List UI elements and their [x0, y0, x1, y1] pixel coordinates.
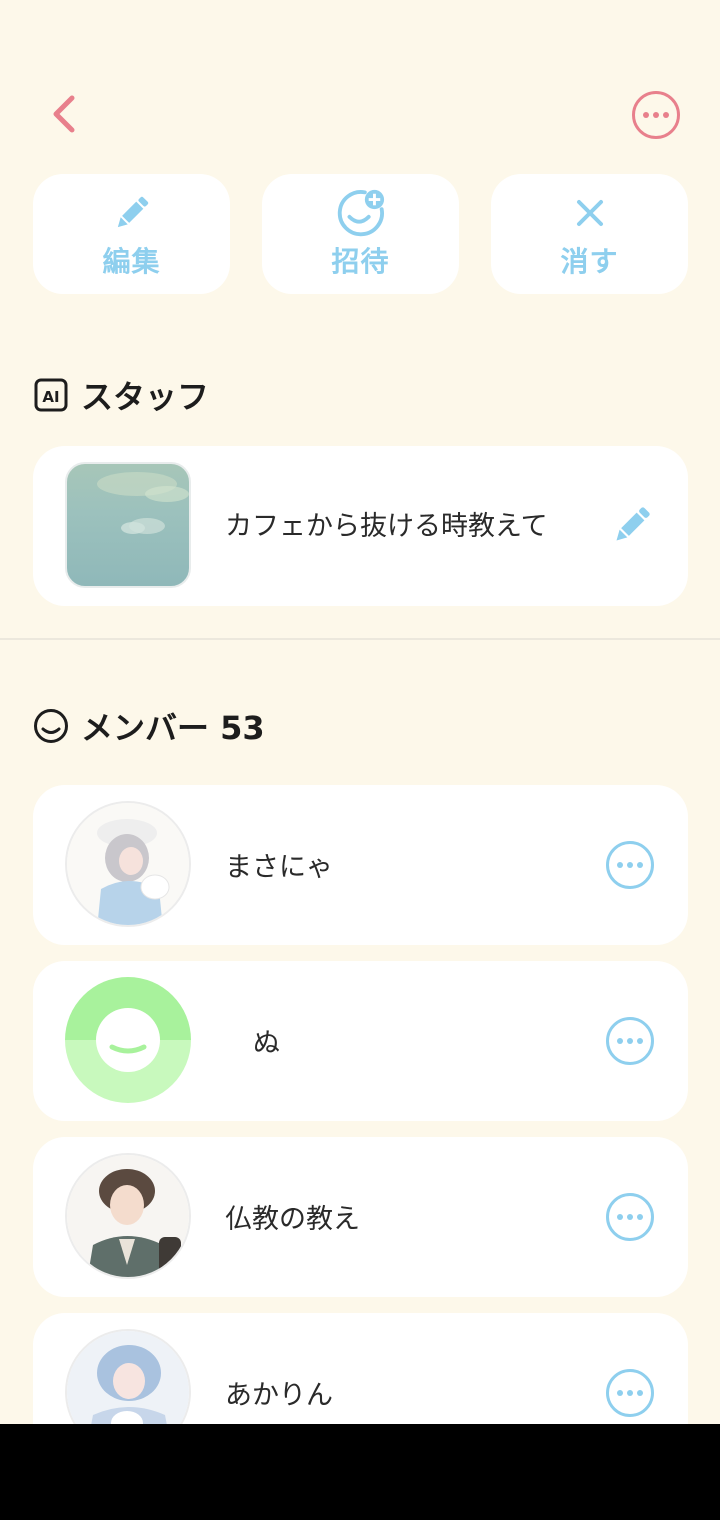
member-row[interactable]: ぬ — [33, 961, 688, 1121]
back-button[interactable] — [40, 90, 88, 138]
more-options-button[interactable] — [631, 90, 681, 140]
smiley-plus-icon — [336, 188, 386, 238]
more-horizontal-circle-icon — [606, 1017, 654, 1065]
member-row[interactable]: あかりん — [33, 1313, 688, 1424]
delete-button[interactable]: 消す — [491, 174, 688, 294]
member-name: ぬ — [253, 1028, 280, 1059]
more-horizontal-circle-icon — [606, 841, 654, 889]
staff-item-text: カフェから抜ける時教えて — [225, 511, 548, 542]
staff-card[interactable]: カフェから抜ける時教えて — [33, 446, 688, 606]
delete-label: 消す — [560, 245, 619, 278]
edit-label: 編集 — [102, 245, 161, 278]
default-smiley-avatar — [65, 977, 191, 1103]
action-buttons-row: 編集 招待 消す — [33, 174, 688, 294]
more-horizontal-circle-icon — [606, 1193, 654, 1241]
svg-text:AI: AI — [42, 388, 59, 406]
invite-button[interactable]: 招待 — [262, 174, 459, 294]
edit-button[interactable]: 編集 — [33, 174, 230, 294]
staff-thumbnail — [65, 462, 191, 588]
ai-badge-icon: AI — [33, 377, 69, 413]
more-horizontal-circle-icon — [632, 91, 680, 139]
anime-girl-blue-hair-avatar — [65, 1329, 191, 1424]
member-name: まさにゃ — [225, 852, 333, 883]
group-settings-screen: 編集 招待 消す AI スタッフ カフェから抜ける時教えて メンバー 53 まさ… — [0, 0, 720, 1424]
invite-label: 招待 — [331, 245, 390, 278]
member-row[interactable]: まさにゃ — [33, 785, 688, 945]
member-more-button[interactable] — [605, 1368, 655, 1418]
pencil-icon — [616, 507, 650, 541]
member-more-button[interactable] — [605, 1016, 655, 1066]
member-more-button[interactable] — [605, 1192, 655, 1242]
member-more-button[interactable] — [605, 840, 655, 890]
member-row[interactable]: 仏教の教え — [33, 1137, 688, 1297]
member-name: 仏教の教え — [225, 1204, 360, 1235]
close-icon — [565, 188, 615, 238]
members-section-header: メンバー 53 — [33, 703, 265, 749]
staff-section-title: スタッフ — [81, 378, 210, 416]
top-navbar — [0, 0, 720, 170]
anime-boy-avatar — [65, 1153, 191, 1279]
section-divider — [0, 638, 720, 640]
members-section-title: メンバー 53 — [81, 709, 265, 747]
member-name: あかりん — [225, 1380, 333, 1411]
smiley-outline-icon — [33, 708, 69, 744]
chevron-left-icon — [53, 95, 75, 133]
more-horizontal-circle-icon — [606, 1369, 654, 1417]
staff-section-header: AI スタッフ — [33, 372, 209, 418]
anime-girl-beret-avatar — [65, 801, 191, 927]
staff-edit-button[interactable] — [609, 502, 655, 548]
system-navigation-bar — [0, 1424, 720, 1520]
pencil-icon — [107, 188, 157, 238]
